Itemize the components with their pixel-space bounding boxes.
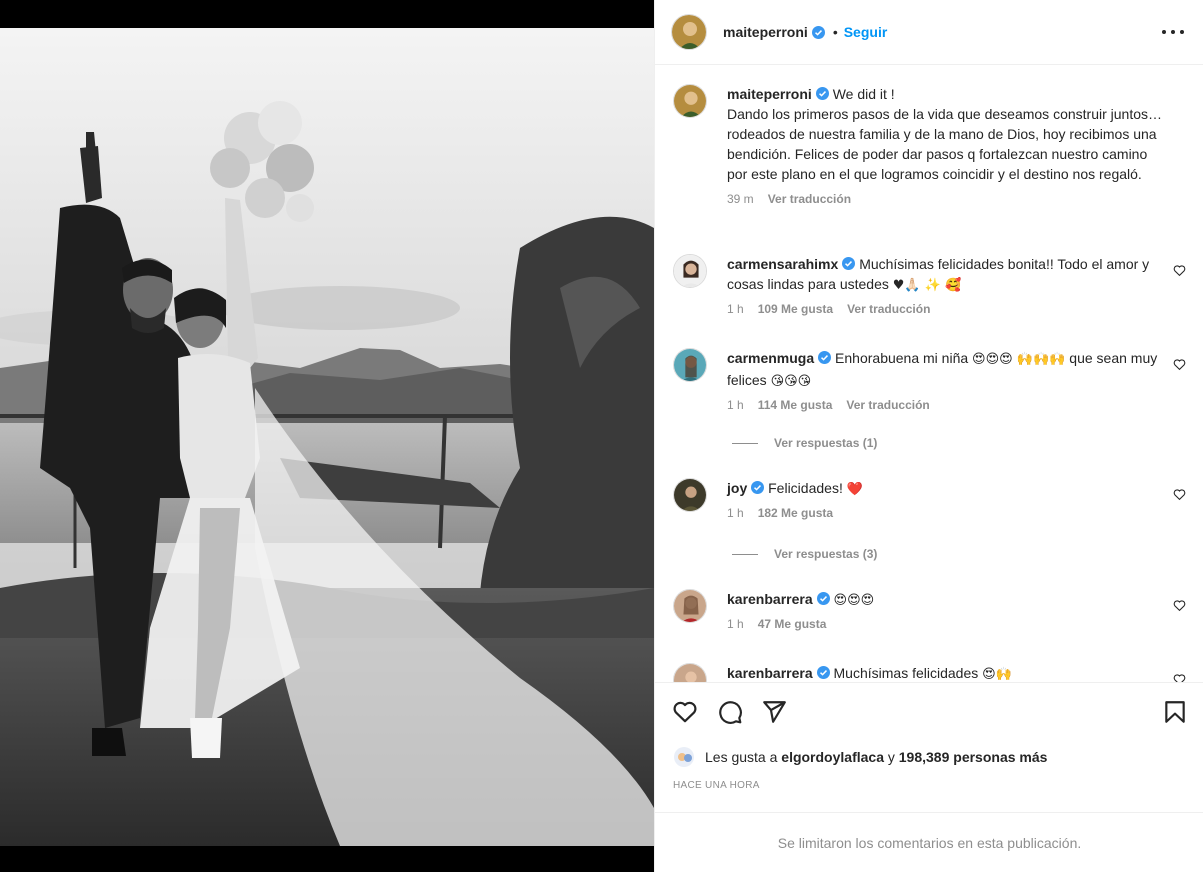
verified-icon <box>815 87 829 100</box>
heart-icon[interactable] <box>672 699 698 725</box>
comment-icon[interactable] <box>717 699 743 725</box>
red-heart-emoji: ❤️ <box>846 482 863 497</box>
like-comment-icon[interactable] <box>1173 673 1186 682</box>
comment-likes[interactable]: 114 Me gusta <box>758 398 833 412</box>
post-side-panel: maiteperroni • Seguir maiteperroni We di… <box>654 0 1203 872</box>
comment-emoji-continued: 😘😘😘 <box>770 374 812 389</box>
comment-translate-link[interactable]: Ver traducción <box>847 302 930 316</box>
commenter-avatar[interactable] <box>673 478 707 512</box>
comment-emoji: 😍🙌 <box>982 667 1012 682</box>
wedding-photo[interactable] <box>0 28 654 846</box>
caption-translate-link[interactable]: Ver traducción <box>768 192 851 206</box>
liker-avatar <box>673 746 695 768</box>
comment-username[interactable]: karenbarrera <box>727 591 813 607</box>
comment-translate-link[interactable]: Ver traducción <box>846 398 929 412</box>
comment-text: Enhorabuena mi niña <box>835 350 969 366</box>
post-media <box>0 0 654 872</box>
replies-divider-line <box>732 553 758 555</box>
author-avatar[interactable] <box>671 14 707 50</box>
comment-time: 1 h <box>727 398 744 412</box>
likes-count[interactable]: 198,389 personas más <box>899 749 1048 765</box>
comment-item: karenbarrera 😍😍😍 1 h 47 Me gusta <box>673 589 1188 631</box>
replies-divider-line <box>732 442 758 444</box>
author-avatar[interactable] <box>673 84 707 118</box>
comment-likes[interactable]: 47 Me gusta <box>758 617 827 631</box>
comment-text: Felicidades! <box>768 480 843 496</box>
comment-time: 1 h <box>727 302 744 316</box>
like-comment-icon[interactable] <box>1173 488 1186 501</box>
comment-emoji: 😍😍😍 <box>833 593 875 608</box>
comments-limited-notice: Se limitaron los comentarios en esta pub… <box>655 812 1203 872</box>
likes-prefix: Les gusta a <box>705 749 778 765</box>
likes-user[interactable]: elgordoylaflaca <box>781 749 884 765</box>
view-replies-label: Ver respuestas (3) <box>774 547 878 561</box>
verified-icon <box>811 25 825 39</box>
view-replies-label: Ver respuestas (1) <box>774 436 878 450</box>
follow-button[interactable]: Seguir <box>844 24 888 40</box>
like-comment-icon[interactable] <box>1173 264 1186 277</box>
comments-list[interactable]: maiteperroni We did it ! Dando los prime… <box>655 66 1203 682</box>
more-options-icon[interactable] <box>1162 23 1184 41</box>
comment-username[interactable]: karenbarrera <box>727 665 813 681</box>
commenter-avatar[interactable] <box>673 348 707 382</box>
bookmark-icon[interactable] <box>1162 699 1188 725</box>
comment-text: Muchísimas felicidades <box>833 665 979 681</box>
like-comment-icon[interactable] <box>1173 599 1186 612</box>
comment-likes[interactable]: 109 Me gusta <box>758 302 833 316</box>
comment-item: joy Felicidades! ❤️ 1 h 182 Me gusta <box>673 478 1188 520</box>
post-time: HACE UNA HORA <box>673 780 760 791</box>
commenter-avatar[interactable] <box>673 254 707 288</box>
share-icon[interactable] <box>761 699 787 725</box>
like-comment-icon[interactable] <box>1173 358 1186 371</box>
commenter-avatar[interactable] <box>673 663 707 682</box>
post-header: maiteperroni • Seguir <box>655 0 1203 65</box>
comment-username[interactable]: joy <box>727 480 747 496</box>
comment-emoji: 😍😍😍 🙌🙌🙌 <box>972 352 1066 367</box>
comment-item: carmensarahimx Muchísimas felicidades bo… <box>673 254 1188 316</box>
likes-summary[interactable]: Les gusta a elgordoylaflaca y 198,389 pe… <box>673 746 1047 768</box>
caption-title: We did it ! <box>832 86 895 102</box>
comment-username[interactable]: carmensarahimx <box>727 256 838 272</box>
verified-icon <box>816 666 830 679</box>
verified-icon <box>816 592 830 605</box>
separator-dot: • <box>832 24 838 40</box>
comment-item: carmenmuga Enhorabuena mi niña 😍😍😍 🙌🙌🙌 q… <box>673 348 1188 412</box>
caption-username[interactable]: maiteperroni <box>727 86 812 102</box>
comment-username[interactable]: carmenmuga <box>727 350 814 366</box>
comment-time: 1 h <box>727 506 744 520</box>
comment-item: karenbarrera Muchísimas felicidades 😍🙌 <box>673 663 1188 682</box>
verified-icon <box>751 481 765 494</box>
comment-time: 1 h <box>727 617 744 631</box>
post-caption: maiteperroni We did it ! Dando los prime… <box>673 84 1188 206</box>
commenter-avatar[interactable] <box>673 589 707 623</box>
view-replies-button[interactable]: Ver respuestas (1) <box>732 436 877 450</box>
post-actions <box>655 682 1203 742</box>
caption-time: 39 m <box>727 192 754 206</box>
comment-likes[interactable]: 182 Me gusta <box>758 506 833 520</box>
author-username[interactable]: maiteperroni <box>723 24 808 40</box>
verified-icon <box>842 257 856 270</box>
caption-text: Dando los primeros pasos de la vida que … <box>727 106 1163 182</box>
view-replies-button[interactable]: Ver respuestas (3) <box>732 547 877 561</box>
likes-conjunction: y <box>887 749 895 765</box>
verified-icon <box>818 351 832 364</box>
comment-emoji: ♥🙏🏻 ✨ 🥰 <box>892 278 962 293</box>
